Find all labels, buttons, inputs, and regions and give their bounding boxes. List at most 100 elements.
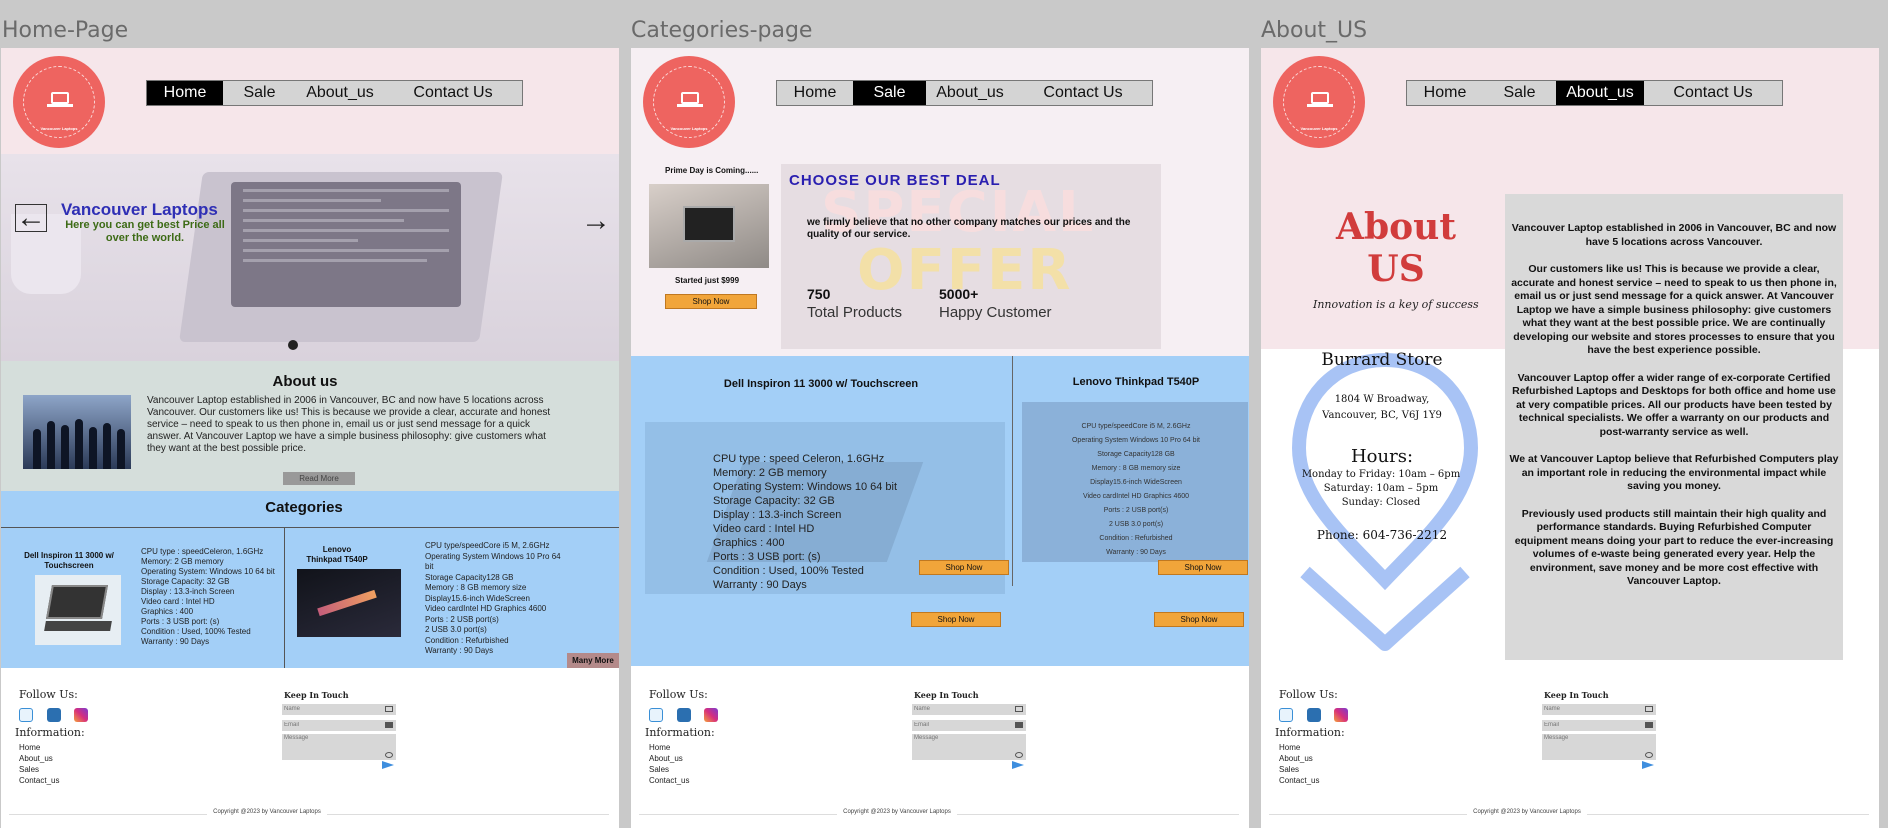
read-more-button[interactable]: Read More bbox=[283, 472, 355, 485]
footer-link-about[interactable]: About_us bbox=[649, 753, 689, 764]
nav-home[interactable]: Home bbox=[147, 81, 223, 105]
category-name: Dell Inspiron 11 3000 w/ Touchscreen bbox=[24, 551, 114, 570]
nav-home[interactable]: Home bbox=[777, 81, 853, 105]
send-icon[interactable] bbox=[1012, 761, 1024, 769]
stat-products-value: 750 bbox=[807, 286, 831, 302]
email-field[interactable] bbox=[912, 720, 1026, 731]
footer-link-home[interactable]: Home bbox=[649, 742, 689, 753]
store-name: Burrard Store bbox=[1321, 350, 1443, 370]
frame-title-home: Home-Page bbox=[2, 18, 129, 43]
logo[interactable]: Vancouver Laptops bbox=[1273, 56, 1365, 148]
instagram-icon[interactable] bbox=[704, 708, 718, 722]
footer-link-about[interactable]: About_us bbox=[1279, 753, 1319, 764]
many-more-button[interactable]: Many More bbox=[567, 653, 619, 669]
twitter-icon[interactable] bbox=[19, 708, 33, 722]
category-card-dell[interactable]: Dell Inspiron 11 3000 w/ Touchscreen CPU… bbox=[1, 529, 281, 667]
nav-about[interactable]: About_us bbox=[926, 81, 1014, 105]
store-address: 1804 W Broadway, Vancouver, BC, V6J 1Y9 bbox=[1297, 392, 1467, 424]
header: Vancouver Laptops Home Sale About_us Con… bbox=[1261, 48, 1879, 154]
nav-contact[interactable]: Contact Us bbox=[384, 81, 522, 105]
email-field[interactable] bbox=[1542, 720, 1656, 731]
footer-link-home[interactable]: Home bbox=[1279, 742, 1319, 753]
category-name: Lenovo Thinkpad T540P bbox=[306, 545, 368, 564]
category-card-lenovo[interactable]: Lenovo Thinkpad T540P CPU type/speedCore… bbox=[285, 529, 565, 667]
nav-sale[interactable]: Sale bbox=[853, 81, 926, 105]
follow-label: Follow Us: bbox=[1279, 688, 1338, 701]
laptop-icon bbox=[1311, 92, 1329, 104]
nav-sale[interactable]: Sale bbox=[223, 81, 296, 105]
product-title-dell: Dell Inspiron 11 3000 w/ Touchscreen bbox=[723, 378, 919, 390]
category-specs: CPU type : speedCeleron, 1.6GHz Memory: … bbox=[141, 547, 275, 646]
footer-link-contact[interactable]: Contact_us bbox=[1279, 775, 1319, 786]
chat-icon bbox=[385, 752, 393, 758]
categories-title: Categories bbox=[265, 499, 343, 516]
logo-text: Vancouver Laptops bbox=[1300, 126, 1338, 131]
nav-about[interactable]: About_us bbox=[1556, 81, 1644, 105]
nav-contact[interactable]: Contact Us bbox=[1644, 81, 1782, 105]
promo-card: Prime Day is Coming...... Started just $… bbox=[649, 166, 769, 316]
shop-now-button[interactable]: Shop Now bbox=[919, 560, 1009, 575]
hero-banner: ← → Vancouver Laptops Here you can get b… bbox=[1, 154, 619, 361]
logo[interactable]: Vancouver Laptops bbox=[13, 56, 105, 148]
main-nav: Home Sale About_us Contact Us bbox=[1406, 80, 1783, 106]
message-field[interactable] bbox=[1542, 734, 1656, 760]
product-title-lenovo: Lenovo Thinkpad T540P bbox=[1072, 376, 1200, 388]
nav-contact[interactable]: Contact Us bbox=[1014, 81, 1152, 105]
footer-link-sales[interactable]: Sales bbox=[19, 764, 59, 775]
twitter-icon[interactable] bbox=[1279, 708, 1293, 722]
footer-link-about[interactable]: About_us bbox=[19, 753, 59, 764]
twitter-icon[interactable] bbox=[649, 708, 663, 722]
about-page-frame: Vancouver Laptops Home Sale About_us Con… bbox=[1261, 48, 1879, 828]
footer-link-sales[interactable]: Sales bbox=[1279, 764, 1319, 775]
main-nav: Home Sale About_us Contact Us bbox=[146, 80, 523, 106]
about-paragraph: We at Vancouver Laptop believe that Refu… bbox=[1509, 453, 1839, 492]
follow-label: Follow Us: bbox=[19, 688, 78, 701]
send-icon[interactable] bbox=[1642, 761, 1654, 769]
send-icon[interactable] bbox=[382, 761, 394, 769]
linkedin-icon[interactable] bbox=[1307, 708, 1321, 722]
email-field[interactable] bbox=[282, 720, 396, 731]
follow-label: Follow Us: bbox=[649, 688, 708, 701]
shop-now-button[interactable]: Shop Now bbox=[1158, 560, 1248, 575]
about-section: About us Vancouver Laptop established in… bbox=[1, 361, 619, 491]
shop-now-button[interactable]: Shop Now bbox=[911, 612, 1001, 627]
footer-link-sales[interactable]: Sales bbox=[649, 764, 689, 775]
linkedin-icon[interactable] bbox=[677, 708, 691, 722]
information-label: Information: bbox=[15, 726, 85, 739]
hours-title: Hours: bbox=[1350, 446, 1414, 467]
footer-link-home[interactable]: Home bbox=[19, 742, 59, 753]
linkedin-icon[interactable] bbox=[47, 708, 61, 722]
laptop-image bbox=[35, 575, 121, 645]
slide-indicator[interactable] bbox=[288, 340, 298, 350]
logo-text: Vancouver Laptops bbox=[40, 126, 78, 131]
instagram-icon[interactable] bbox=[74, 708, 88, 722]
nav-sale[interactable]: Sale bbox=[1483, 81, 1556, 105]
promo-shop-button[interactable]: Shop Now bbox=[665, 294, 757, 309]
message-field[interactable] bbox=[912, 734, 1026, 760]
name-field[interactable] bbox=[282, 704, 396, 715]
user-icon bbox=[1645, 706, 1653, 712]
name-field[interactable] bbox=[1542, 704, 1656, 715]
footer: Follow Us: Information: Home About_us Sa… bbox=[1, 668, 619, 828]
footer-links: Home About_us Sales Contact_us bbox=[19, 742, 59, 786]
prev-arrow-icon[interactable]: ← bbox=[15, 203, 47, 233]
logo[interactable]: Vancouver Laptops bbox=[643, 56, 735, 148]
categories-page-frame: Vancouver Laptops Home Sale About_us Con… bbox=[631, 48, 1249, 828]
user-icon bbox=[385, 706, 393, 712]
footer-link-contact[interactable]: Contact_us bbox=[19, 775, 59, 786]
footer-link-contact[interactable]: Contact_us bbox=[649, 775, 689, 786]
about-title: About us bbox=[272, 373, 338, 390]
shop-now-button[interactable]: Shop Now bbox=[1154, 612, 1244, 627]
name-field[interactable] bbox=[912, 704, 1026, 715]
hero-subtitle: Here you can get best Price all over the… bbox=[65, 219, 225, 244]
footer: Follow Us: Information: Home About_us Sa… bbox=[631, 668, 1249, 828]
category-specs: CPU type/speedCore i5 M, 2.6GHz Operatin… bbox=[425, 541, 561, 655]
categories-section: Categories Dell Inspiron 11 3000 w/ Touc… bbox=[1, 491, 619, 669]
next-arrow-icon[interactable]: → bbox=[581, 204, 611, 238]
hours-sunday: Sunday: Closed bbox=[1341, 497, 1421, 508]
message-field[interactable] bbox=[282, 734, 396, 760]
chat-icon bbox=[1645, 752, 1653, 758]
instagram-icon[interactable] bbox=[1334, 708, 1348, 722]
nav-home[interactable]: Home bbox=[1407, 81, 1483, 105]
nav-about[interactable]: About_us bbox=[296, 81, 384, 105]
